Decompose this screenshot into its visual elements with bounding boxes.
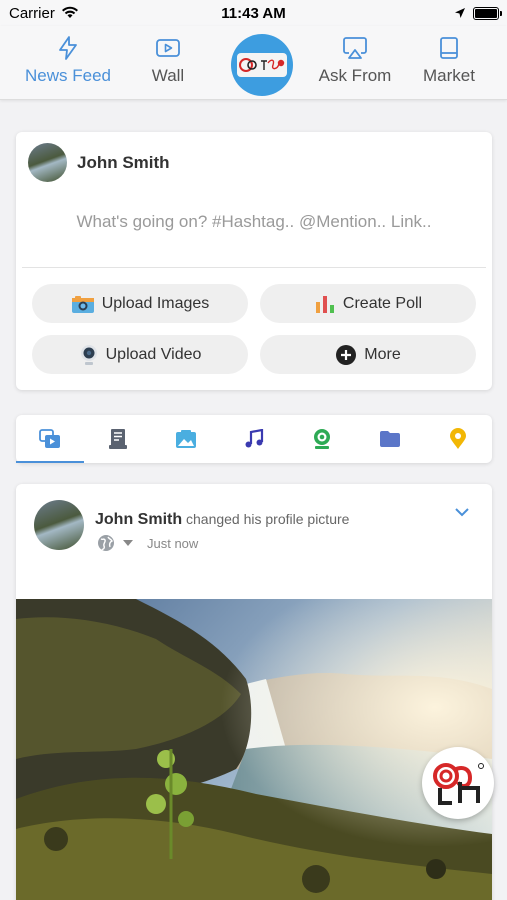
location-arrow-icon <box>454 6 466 23</box>
status-bar: Carrier 11:43 AM <box>0 0 507 26</box>
plus-circle-icon <box>335 344 357 366</box>
places-icon <box>450 428 466 449</box>
post-action-text: changed his profile picture <box>186 511 350 527</box>
privacy-dropdown-icon[interactable] <box>123 540 133 546</box>
nav-market[interactable]: Market <box>399 36 499 86</box>
post-meta: Just now <box>97 534 198 552</box>
nav-news-feed-label: News Feed <box>25 66 111 85</box>
book-icon <box>440 37 458 59</box>
airplay-icon <box>343 37 367 59</box>
composer-user-name[interactable]: John Smith <box>77 153 170 173</box>
logo-icon <box>239 58 285 72</box>
app-logo[interactable] <box>231 34 293 96</box>
feed-icon <box>39 429 60 448</box>
divider <box>22 267 486 268</box>
top-navigation: News Feed Wall Ask From Market <box>0 26 507 100</box>
avatar[interactable] <box>28 143 67 182</box>
tab-articles[interactable] <box>84 415 152 463</box>
tab-places[interactable] <box>424 415 492 463</box>
nav-market-label: Market <box>423 66 475 85</box>
webcam-icon <box>79 344 99 366</box>
post-user-name[interactable]: John Smith <box>95 511 182 529</box>
tab-files[interactable] <box>356 415 424 463</box>
chevron-down-icon[interactable] <box>454 504 470 522</box>
floating-logo-button[interactable] <box>422 747 494 819</box>
play-square-icon <box>156 39 180 57</box>
files-icon <box>380 431 400 447</box>
nav-ask-from-label: Ask From <box>318 66 392 85</box>
photos-icon <box>176 430 196 448</box>
upload-video-label: Upload Video <box>105 345 202 363</box>
create-poll-label: Create Poll <box>342 294 423 312</box>
post-composer: John Smith What's going on? #Hashtag.. @… <box>16 132 492 390</box>
upload-video-button[interactable]: Upload Video <box>32 335 248 374</box>
tab-live[interactable] <box>288 415 356 463</box>
camera-icon <box>71 294 95 314</box>
clock: 11:43 AM <box>221 5 286 22</box>
nav-ask-from[interactable]: Ask From <box>305 36 405 86</box>
bolt-icon <box>59 36 77 60</box>
battery-icon <box>473 7 502 20</box>
feed-post: John Smith changed his profile picture J… <box>16 484 492 900</box>
bar-chart-icon <box>314 294 336 314</box>
upload-images-label: Upload Images <box>101 294 210 312</box>
nav-wall-label: Wall <box>151 66 185 85</box>
create-poll-button[interactable]: Create Poll <box>260 284 476 323</box>
post-photo[interactable] <box>16 599 492 900</box>
tab-feed[interactable] <box>16 415 84 463</box>
tab-photos[interactable] <box>152 415 220 463</box>
logo-icon <box>433 763 484 805</box>
composer-input[interactable]: What's going on? #Hashtag.. @Mention.. L… <box>16 212 492 232</box>
music-icon <box>245 429 264 448</box>
articles-icon <box>109 429 127 449</box>
more-label: More <box>364 345 401 363</box>
avatar[interactable] <box>34 500 84 550</box>
post-timestamp: Just now <box>147 535 199 551</box>
nav-wall[interactable]: Wall <box>118 36 218 86</box>
content-type-tabs <box>16 415 492 463</box>
nav-news-feed[interactable]: News Feed <box>18 36 118 86</box>
globe-icon[interactable] <box>97 534 115 552</box>
upload-images-button[interactable]: Upload Images <box>32 284 248 323</box>
tab-music[interactable] <box>220 415 288 463</box>
live-icon <box>314 429 330 449</box>
more-button[interactable]: More <box>260 335 476 374</box>
